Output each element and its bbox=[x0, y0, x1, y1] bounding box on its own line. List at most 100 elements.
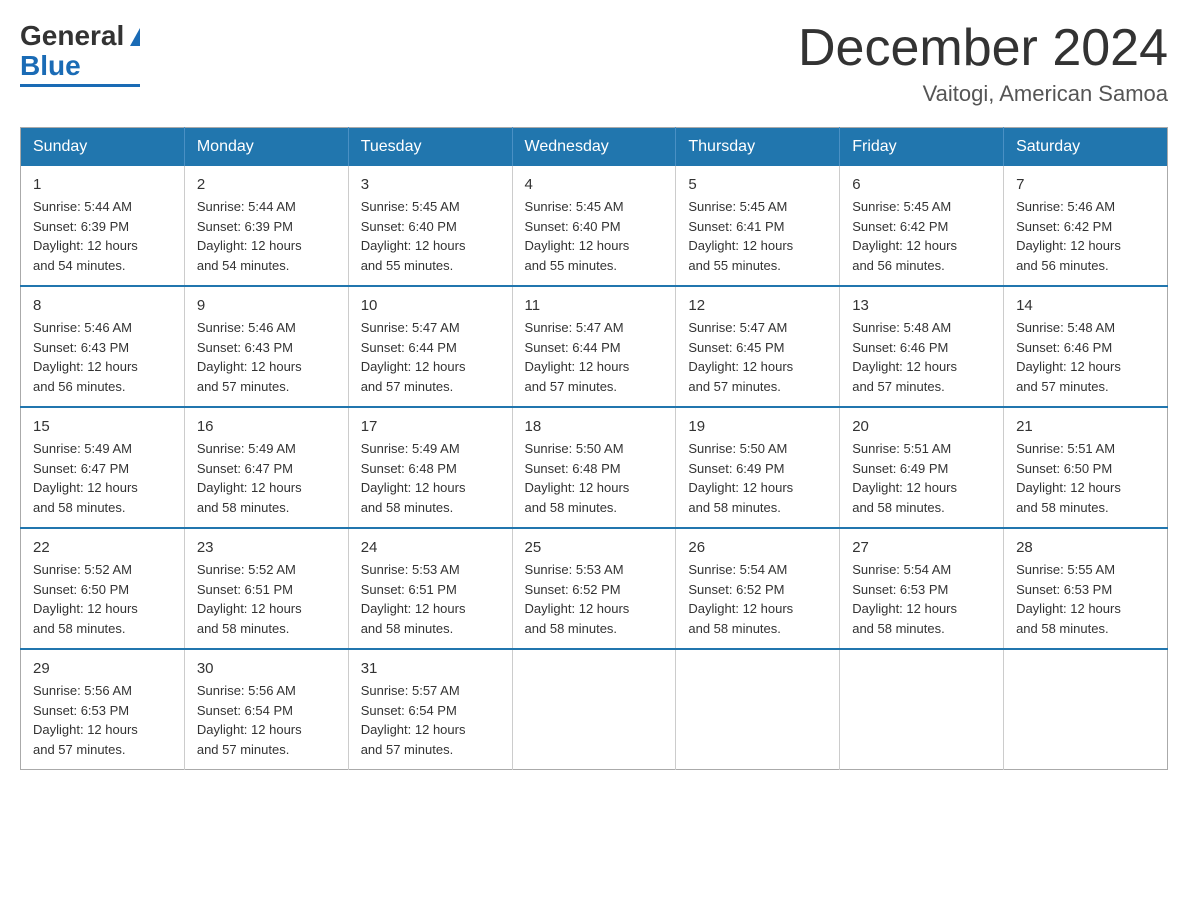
calendar-cell bbox=[512, 649, 676, 770]
day-number: 30 bbox=[197, 660, 336, 677]
day-info: Sunrise: 5:45 AMSunset: 6:41 PMDaylight:… bbox=[688, 197, 827, 275]
calendar-cell bbox=[1004, 649, 1168, 770]
day-number: 21 bbox=[1016, 418, 1155, 435]
location-subtitle: Vaitogi, American Samoa bbox=[798, 81, 1168, 107]
day-info: Sunrise: 5:46 AMSunset: 6:43 PMDaylight:… bbox=[197, 318, 336, 396]
calendar-cell: 29 Sunrise: 5:56 AMSunset: 6:53 PMDayligh… bbox=[21, 649, 185, 770]
day-number: 29 bbox=[33, 660, 172, 677]
day-info: Sunrise: 5:50 AMSunset: 6:48 PMDaylight:… bbox=[525, 439, 664, 517]
day-info: Sunrise: 5:48 AMSunset: 6:46 PMDaylight:… bbox=[852, 318, 991, 396]
day-info: Sunrise: 5:46 AMSunset: 6:43 PMDaylight:… bbox=[33, 318, 172, 396]
day-number: 16 bbox=[197, 418, 336, 435]
calendar-cell: 3Sunrise: 5:45 AMSunset: 6:40 PMDaylight… bbox=[348, 166, 512, 286]
day-info: Sunrise: 5:49 AMSunset: 6:47 PMDaylight:… bbox=[33, 439, 172, 517]
day-info: Sunrise: 5:56 AMSunset: 6:53 PMDaylight:… bbox=[33, 681, 172, 759]
day-number: 8 bbox=[33, 297, 172, 314]
calendar-cell: 30 Sunrise: 5:56 AMSunset: 6:54 PMDayligh… bbox=[184, 649, 348, 770]
day-number: 11 bbox=[525, 297, 664, 314]
day-number: 13 bbox=[852, 297, 991, 314]
day-number: 20 bbox=[852, 418, 991, 435]
header-right: December 2024 Vaitogi, American Samoa bbox=[798, 20, 1168, 107]
day-number: 22 bbox=[33, 539, 172, 556]
day-info: Sunrise: 5:45 AMSunset: 6:40 PMDaylight:… bbox=[361, 197, 500, 275]
calendar-cell: 24 Sunrise: 5:53 AMSunset: 6:51 PMDayligh… bbox=[348, 528, 512, 649]
calendar-cell: 6 Sunrise: 5:45 AMSunset: 6:42 PMDaylight… bbox=[840, 166, 1004, 286]
calendar-cell: 12 Sunrise: 5:47 AMSunset: 6:45 PMDayligh… bbox=[676, 286, 840, 407]
week-row-4: 22 Sunrise: 5:52 AMSunset: 6:50 PMDayligh… bbox=[21, 528, 1168, 649]
calendar-cell: 23 Sunrise: 5:52 AMSunset: 6:51 PMDayligh… bbox=[184, 528, 348, 649]
logo-general-text: General bbox=[20, 20, 124, 52]
col-header-tuesday: Tuesday bbox=[348, 128, 512, 167]
col-header-wednesday: Wednesday bbox=[512, 128, 676, 167]
day-number: 6 bbox=[852, 176, 991, 193]
day-info: Sunrise: 5:44 AMSunset: 6:39 PMDaylight:… bbox=[33, 197, 172, 275]
calendar-cell: 22 Sunrise: 5:52 AMSunset: 6:50 PMDayligh… bbox=[21, 528, 185, 649]
day-number: 27 bbox=[852, 539, 991, 556]
day-info: Sunrise: 5:52 AMSunset: 6:51 PMDaylight:… bbox=[197, 560, 336, 638]
day-info: Sunrise: 5:57 AMSunset: 6:54 PMDaylight:… bbox=[361, 681, 500, 759]
calendar-cell: 1 Sunrise: 5:44 AMSunset: 6:39 PMDaylight… bbox=[21, 166, 185, 286]
day-number: 31 bbox=[361, 660, 500, 677]
logo-underline bbox=[20, 84, 140, 87]
calendar-header-row: SundayMondayTuesdayWednesdayThursdayFrid… bbox=[21, 128, 1168, 167]
calendar-cell: 18 Sunrise: 5:50 AMSunset: 6:48 PMDayligh… bbox=[512, 407, 676, 528]
day-number: 23 bbox=[197, 539, 336, 556]
day-info: Sunrise: 5:48 AMSunset: 6:46 PMDaylight:… bbox=[1016, 318, 1155, 396]
week-row-5: 29 Sunrise: 5:56 AMSunset: 6:53 PMDayligh… bbox=[21, 649, 1168, 770]
calendar-cell: 16 Sunrise: 5:49 AMSunset: 6:47 PMDayligh… bbox=[184, 407, 348, 528]
week-row-3: 15Sunrise: 5:49 AMSunset: 6:47 PMDayligh… bbox=[21, 407, 1168, 528]
col-header-sunday: Sunday bbox=[21, 128, 185, 167]
day-number: 24 bbox=[361, 539, 500, 556]
day-info: Sunrise: 5:54 AMSunset: 6:52 PMDaylight:… bbox=[688, 560, 827, 638]
calendar-cell: 17Sunrise: 5:49 AMSunset: 6:48 PMDayligh… bbox=[348, 407, 512, 528]
day-number: 1 bbox=[33, 176, 172, 193]
calendar-cell: 31 Sunrise: 5:57 AMSunset: 6:54 PMDayligh… bbox=[348, 649, 512, 770]
day-number: 26 bbox=[688, 539, 827, 556]
day-number: 10 bbox=[361, 297, 500, 314]
calendar-cell: 15Sunrise: 5:49 AMSunset: 6:47 PMDayligh… bbox=[21, 407, 185, 528]
calendar-cell: 20Sunrise: 5:51 AMSunset: 6:49 PMDayligh… bbox=[840, 407, 1004, 528]
day-info: Sunrise: 5:47 AMSunset: 6:45 PMDaylight:… bbox=[688, 318, 827, 396]
calendar-cell: 27Sunrise: 5:54 AMSunset: 6:53 PMDayligh… bbox=[840, 528, 1004, 649]
calendar-cell: 4 Sunrise: 5:45 AMSunset: 6:40 PMDaylight… bbox=[512, 166, 676, 286]
week-row-1: 1 Sunrise: 5:44 AMSunset: 6:39 PMDaylight… bbox=[21, 166, 1168, 286]
logo-triangle-icon bbox=[130, 28, 140, 46]
day-number: 12 bbox=[688, 297, 827, 314]
day-info: Sunrise: 5:45 AMSunset: 6:42 PMDaylight:… bbox=[852, 197, 991, 275]
day-info: Sunrise: 5:49 AMSunset: 6:48 PMDaylight:… bbox=[361, 439, 500, 517]
day-info: Sunrise: 5:55 AMSunset: 6:53 PMDaylight:… bbox=[1016, 560, 1155, 638]
day-number: 18 bbox=[525, 418, 664, 435]
col-header-friday: Friday bbox=[840, 128, 1004, 167]
day-number: 19 bbox=[688, 418, 827, 435]
day-info: Sunrise: 5:52 AMSunset: 6:50 PMDaylight:… bbox=[33, 560, 172, 638]
calendar-table: SundayMondayTuesdayWednesdayThursdayFrid… bbox=[20, 127, 1168, 770]
day-number: 7 bbox=[1016, 176, 1155, 193]
col-header-thursday: Thursday bbox=[676, 128, 840, 167]
calendar-cell: 8 Sunrise: 5:46 AMSunset: 6:43 PMDaylight… bbox=[21, 286, 185, 407]
day-info: Sunrise: 5:56 AMSunset: 6:54 PMDaylight:… bbox=[197, 681, 336, 759]
day-info: Sunrise: 5:47 AMSunset: 6:44 PMDaylight:… bbox=[361, 318, 500, 396]
day-number: 2 bbox=[197, 176, 336, 193]
day-info: Sunrise: 5:50 AMSunset: 6:49 PMDaylight:… bbox=[688, 439, 827, 517]
calendar-cell: 11 Sunrise: 5:47 AMSunset: 6:44 PMDayligh… bbox=[512, 286, 676, 407]
logo-blue-text: Blue bbox=[20, 50, 81, 82]
calendar-cell: 25Sunrise: 5:53 AMSunset: 6:52 PMDayligh… bbox=[512, 528, 676, 649]
day-info: Sunrise: 5:47 AMSunset: 6:44 PMDaylight:… bbox=[525, 318, 664, 396]
calendar-cell: 13 Sunrise: 5:48 AMSunset: 6:46 PMDayligh… bbox=[840, 286, 1004, 407]
calendar-cell: 14Sunrise: 5:48 AMSunset: 6:46 PMDayligh… bbox=[1004, 286, 1168, 407]
calendar-cell: 9Sunrise: 5:46 AMSunset: 6:43 PMDaylight… bbox=[184, 286, 348, 407]
day-info: Sunrise: 5:53 AMSunset: 6:52 PMDaylight:… bbox=[525, 560, 664, 638]
page-header: General Blue December 2024 Vaitogi, Amer… bbox=[20, 20, 1168, 107]
calendar-cell: 28 Sunrise: 5:55 AMSunset: 6:53 PMDayligh… bbox=[1004, 528, 1168, 649]
day-info: Sunrise: 5:45 AMSunset: 6:40 PMDaylight:… bbox=[525, 197, 664, 275]
calendar-cell: 2 Sunrise: 5:44 AMSunset: 6:39 PMDaylight… bbox=[184, 166, 348, 286]
day-info: Sunrise: 5:44 AMSunset: 6:39 PMDaylight:… bbox=[197, 197, 336, 275]
day-number: 28 bbox=[1016, 539, 1155, 556]
day-number: 4 bbox=[525, 176, 664, 193]
week-row-2: 8 Sunrise: 5:46 AMSunset: 6:43 PMDaylight… bbox=[21, 286, 1168, 407]
day-info: Sunrise: 5:49 AMSunset: 6:47 PMDaylight:… bbox=[197, 439, 336, 517]
day-info: Sunrise: 5:51 AMSunset: 6:50 PMDaylight:… bbox=[1016, 439, 1155, 517]
col-header-monday: Monday bbox=[184, 128, 348, 167]
day-info: Sunrise: 5:53 AMSunset: 6:51 PMDaylight:… bbox=[361, 560, 500, 638]
calendar-cell: 10 Sunrise: 5:47 AMSunset: 6:44 PMDayligh… bbox=[348, 286, 512, 407]
